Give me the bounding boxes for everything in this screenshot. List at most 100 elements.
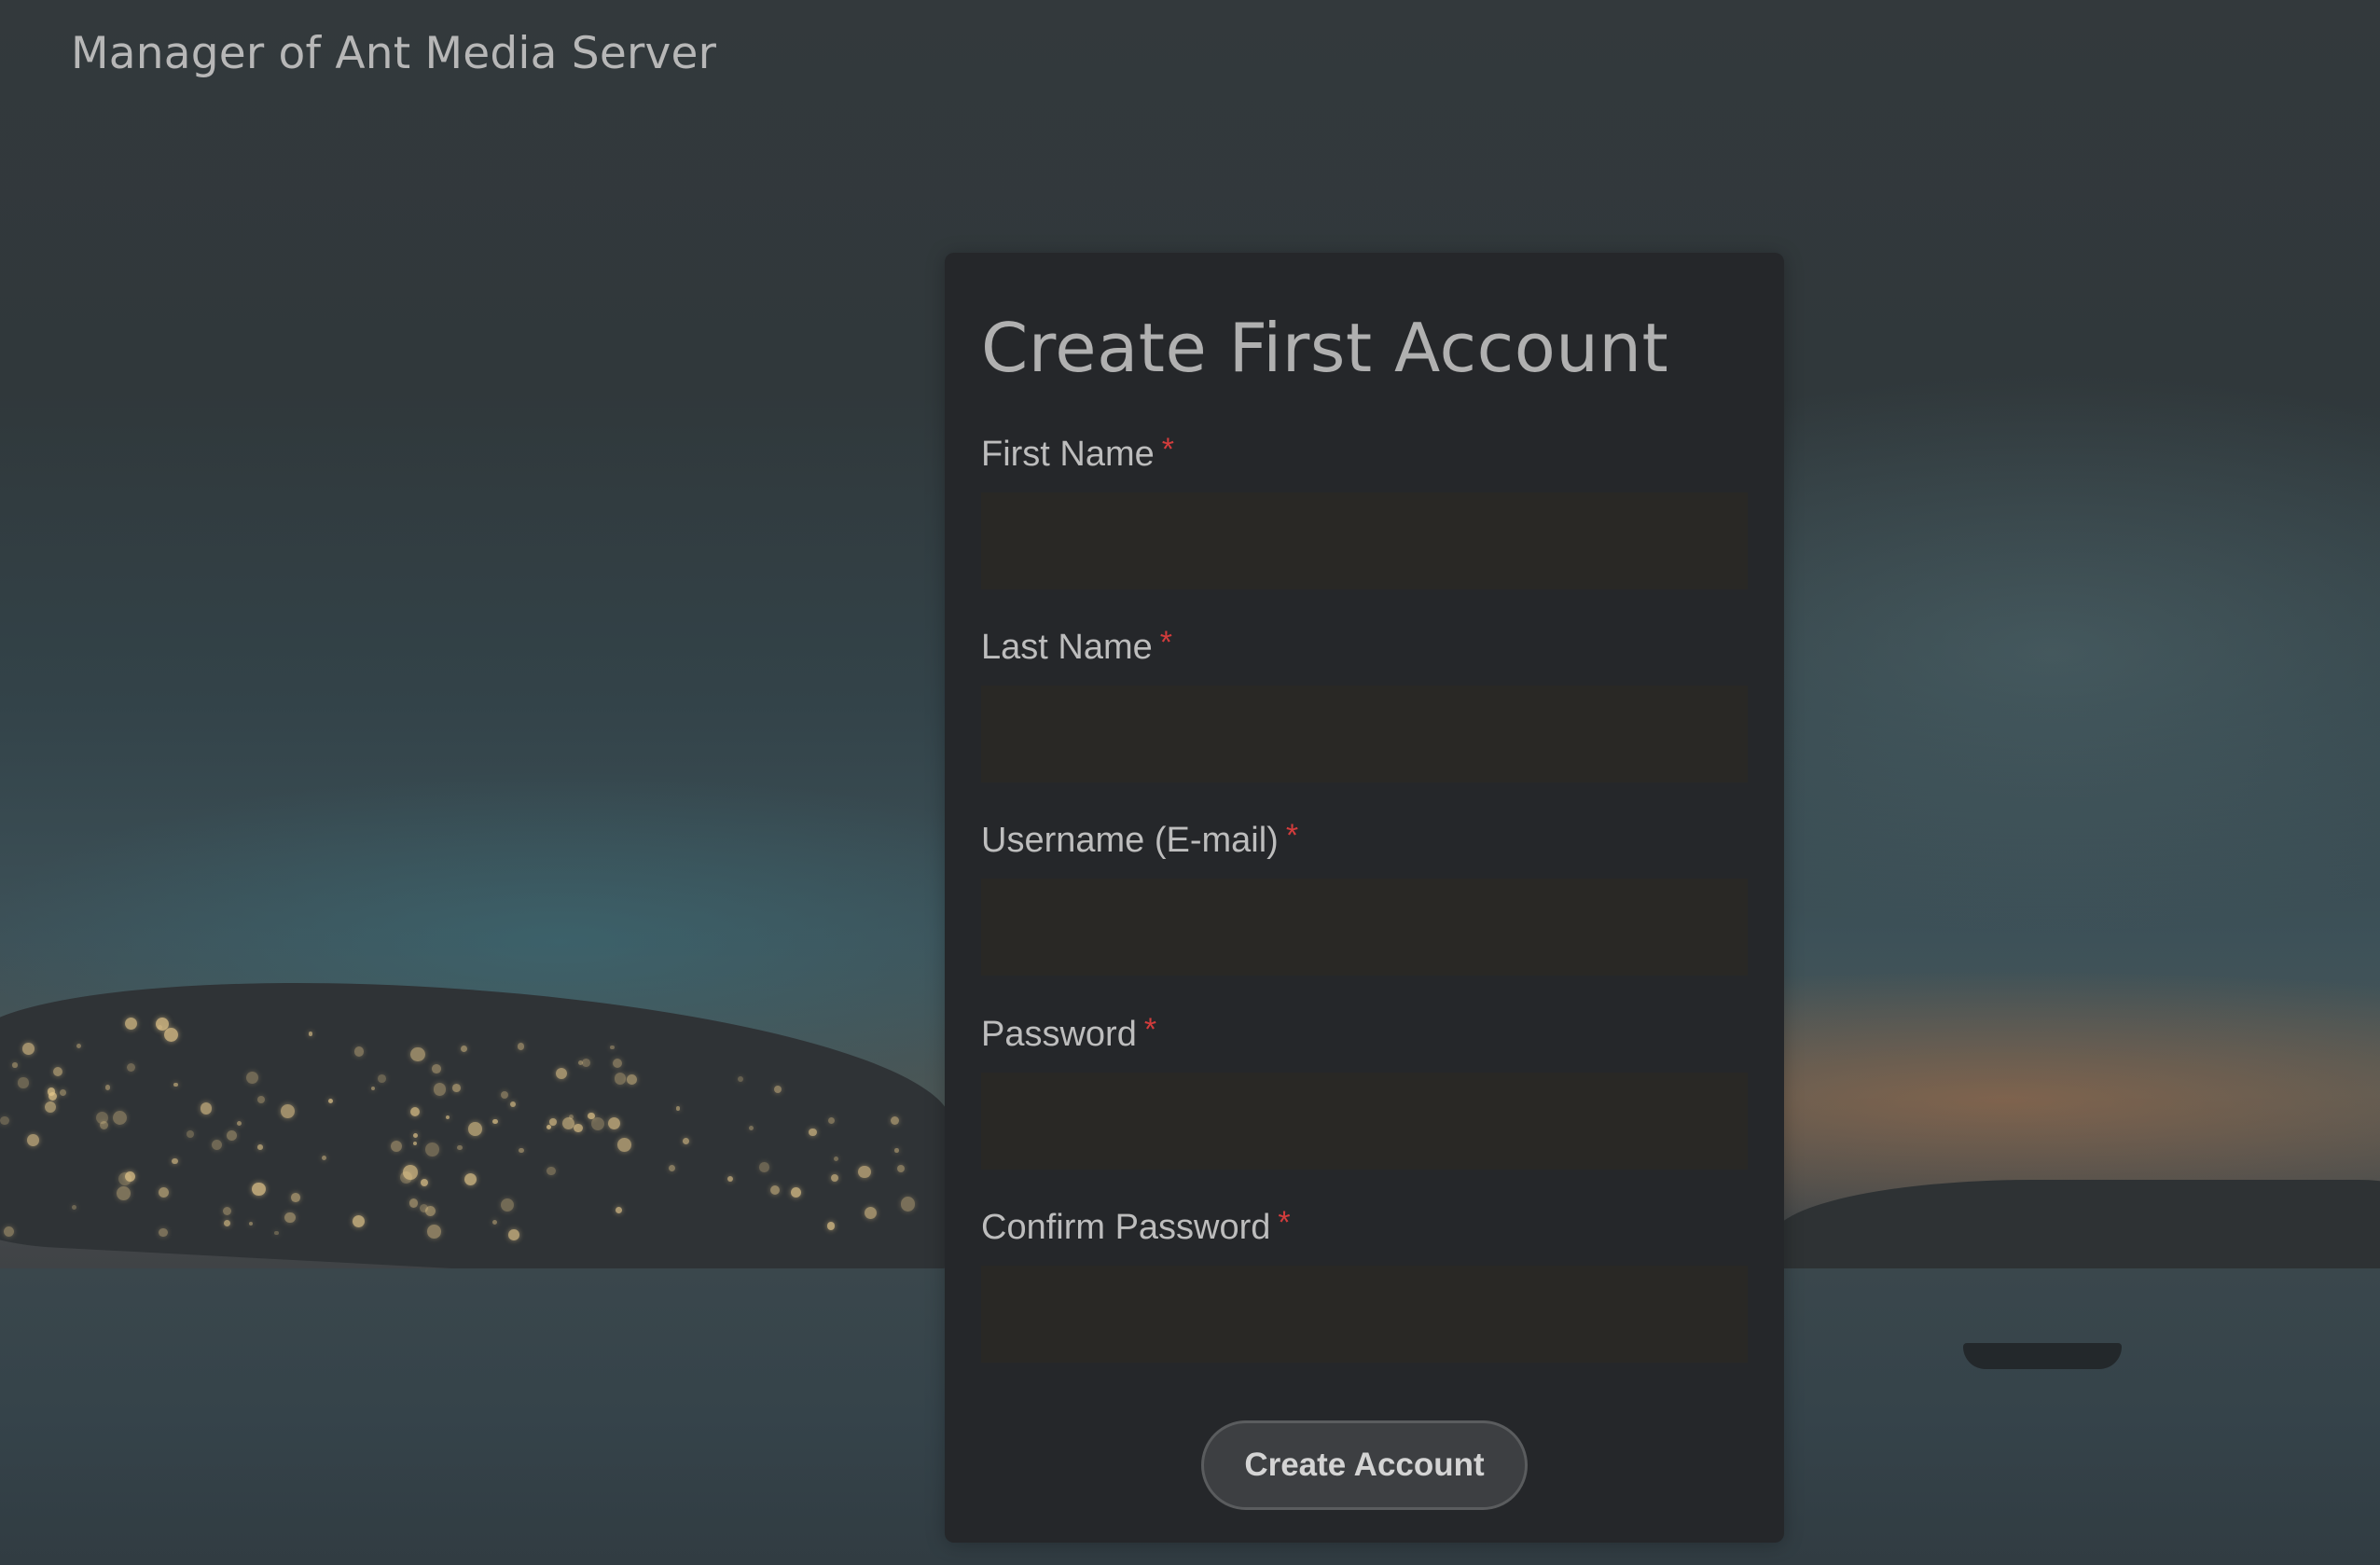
city-light xyxy=(12,1062,18,1068)
city-light xyxy=(124,1017,137,1030)
city-light xyxy=(457,1144,463,1150)
city-light xyxy=(236,1120,242,1126)
city-light xyxy=(492,1118,498,1124)
city-light xyxy=(171,1157,178,1165)
city-light xyxy=(894,1148,899,1153)
city-light xyxy=(226,1130,237,1142)
username-label: Username (E-mail) * xyxy=(981,818,1298,861)
required-marker: * xyxy=(1143,1012,1157,1047)
city-light xyxy=(675,1106,681,1111)
city-light xyxy=(431,1063,441,1073)
city-light xyxy=(0,1115,9,1126)
confirm-password-label: Confirm Password * xyxy=(981,1205,1291,1248)
city-light xyxy=(187,1130,194,1139)
city-light xyxy=(896,1164,905,1172)
city-light xyxy=(377,1074,386,1084)
city-light xyxy=(508,1228,519,1240)
city-light xyxy=(616,1206,623,1213)
first-name-label: First Name * xyxy=(981,432,1174,475)
city-light xyxy=(828,1116,836,1124)
password-label: Password * xyxy=(981,1012,1156,1055)
city-light xyxy=(555,1068,567,1080)
city-light xyxy=(546,1124,551,1129)
city-light xyxy=(582,1058,590,1067)
city-light xyxy=(399,1170,412,1184)
username-label-text: Username (E-mail) xyxy=(981,821,1279,860)
app-title: Manager of Ant Media Server xyxy=(71,28,717,79)
city-light xyxy=(427,1225,442,1239)
city-light xyxy=(748,1126,754,1131)
city-light xyxy=(22,1043,35,1055)
city-light xyxy=(830,1173,838,1183)
boat-silhouette xyxy=(1963,1343,2122,1369)
city-light xyxy=(18,1077,29,1088)
city-light xyxy=(408,1198,419,1208)
city-light xyxy=(291,1193,300,1202)
city-light xyxy=(451,1083,461,1092)
city-light xyxy=(468,1122,482,1136)
city-light xyxy=(858,1165,871,1179)
city-light xyxy=(281,1103,296,1118)
first-name-input[interactable] xyxy=(981,492,1748,589)
city-light xyxy=(156,1017,170,1031)
city-light xyxy=(626,1073,637,1085)
city-light xyxy=(125,1170,136,1182)
city-light xyxy=(617,1137,631,1152)
city-light xyxy=(425,1143,440,1156)
city-light xyxy=(410,1046,425,1062)
last-name-label-text: Last Name xyxy=(981,628,1153,667)
create-account-card: Create First Account First Name * Last Na… xyxy=(945,253,1784,1543)
first-name-label-text: First Name xyxy=(981,435,1155,474)
confirm-password-input[interactable] xyxy=(981,1266,1748,1363)
city-light xyxy=(501,1198,515,1212)
city-light xyxy=(327,1098,333,1103)
create-account-button[interactable]: Create Account xyxy=(1201,1420,1528,1510)
city-light xyxy=(246,1071,258,1084)
city-light xyxy=(354,1046,365,1057)
city-light xyxy=(44,1101,56,1113)
city-light xyxy=(284,1212,296,1223)
city-light xyxy=(549,1118,557,1126)
city-light xyxy=(257,1144,263,1150)
city-light xyxy=(60,1088,66,1096)
city-light xyxy=(464,1172,477,1185)
city-light xyxy=(791,1186,802,1198)
city-light xyxy=(159,1227,168,1238)
city-light xyxy=(274,1230,279,1235)
required-marker: * xyxy=(1278,1205,1291,1240)
city-light xyxy=(569,1114,574,1119)
city-light xyxy=(608,1116,621,1129)
city-light xyxy=(173,1082,178,1087)
city-light xyxy=(433,1083,447,1096)
city-light xyxy=(159,1187,169,1198)
city-light xyxy=(52,1067,62,1077)
city-light xyxy=(47,1087,56,1096)
username-email-input[interactable] xyxy=(981,879,1748,976)
confirm-password-label-text: Confirm Password xyxy=(981,1208,1271,1247)
city-light xyxy=(864,1207,877,1220)
required-marker: * xyxy=(1159,625,1172,660)
city-light xyxy=(900,1197,916,1212)
city-light xyxy=(834,1156,839,1161)
last-name-label: Last Name * xyxy=(981,625,1172,668)
city-light xyxy=(352,1215,365,1228)
city-light xyxy=(510,1101,516,1108)
required-marker: * xyxy=(1285,818,1299,853)
required-marker: * xyxy=(1161,432,1175,467)
city-light xyxy=(737,1075,743,1082)
form-title: Create First Account xyxy=(981,309,1669,387)
city-light xyxy=(610,1045,615,1050)
city-light xyxy=(370,1087,375,1091)
city-light xyxy=(104,1085,110,1090)
city-light xyxy=(574,1123,583,1133)
last-name-input[interactable] xyxy=(981,686,1748,782)
city-light xyxy=(590,1117,604,1131)
city-light xyxy=(27,1134,39,1146)
password-input[interactable] xyxy=(981,1073,1748,1170)
city-light xyxy=(252,1182,266,1197)
city-light xyxy=(117,1185,131,1200)
city-light xyxy=(759,1162,769,1172)
city-light xyxy=(614,1073,626,1085)
password-label-text: Password xyxy=(981,1015,1137,1054)
city-light xyxy=(413,1132,419,1138)
